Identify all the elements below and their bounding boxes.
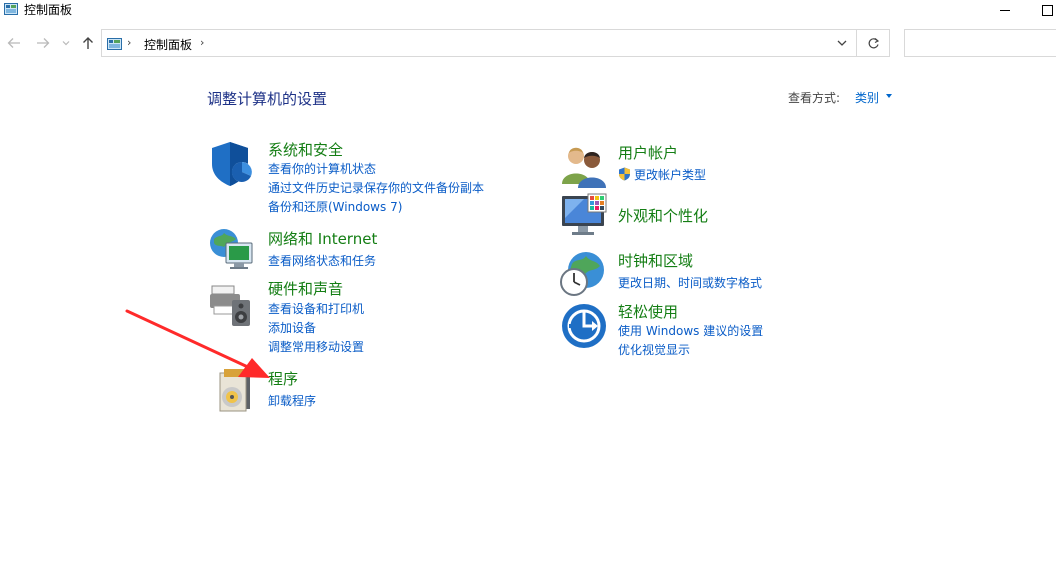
up-button[interactable] [78,33,98,53]
breadcrumb-separator[interactable]: › [200,36,204,49]
chevron-down-icon[interactable] [835,36,849,50]
page-title: 调整计算机的设置 [207,90,328,108]
recent-locations-button[interactable] [59,33,73,53]
control-panel-icon [4,3,18,15]
shield-icon[interactable] [208,140,256,188]
link-view-computer-status[interactable]: 查看你的计算机状态 [268,160,376,177]
search-input[interactable] [904,29,1056,57]
refresh-button[interactable] [857,29,890,57]
link-date-time-format[interactable]: 更改日期、时间或数字格式 [618,274,762,291]
view-by-label: 查看方式: [788,91,841,105]
maximize-button[interactable] [1032,0,1056,20]
breadcrumb-control-panel[interactable]: 控制面板 [144,36,192,53]
arrow-right-icon [37,38,50,48]
ease-of-access-icon[interactable] [560,302,608,350]
annotation-arrow-icon [125,309,270,378]
link-backup-restore[interactable]: 备份和还原(Windows 7) [268,198,402,215]
address-bar[interactable]: › 控制面板 › [101,29,857,57]
link-recommended-settings[interactable]: 使用 Windows 建议的设置 [618,322,763,339]
forward-button[interactable] [33,33,53,53]
uac-shield-icon [619,167,630,181]
link-file-history[interactable]: 通过文件历史记录保存你的文件备份副本 [268,179,484,196]
category-hardware-sound[interactable]: 硬件和声音 [268,278,343,299]
maximize-icon [1041,4,1053,16]
link-network-status[interactable]: 查看网络状态和任务 [268,252,376,269]
arrow-up-icon [83,37,93,49]
window-title: 控制面板 [24,3,73,17]
minimize-icon [1000,9,1010,11]
view-by-dropdown[interactable]: 类别 [855,89,879,106]
link-change-account-type[interactable]: 更改帐户类型 [618,166,706,183]
link-optimize-visual-display[interactable]: 优化视觉显示 [618,341,690,358]
category-ease-of-access[interactable]: 轻松使用 [618,301,678,322]
category-system-security[interactable]: 系统和安全 [268,139,343,160]
control-panel-icon [107,38,122,50]
category-network-internet[interactable]: 网络和 Internet [268,228,377,249]
link-change-account-type-label[interactable]: 更改帐户类型 [634,168,706,182]
minimize-button[interactable] [990,0,1020,20]
breadcrumb-separator[interactable]: › [127,36,131,49]
refresh-icon [868,37,879,48]
category-appearance-personalization[interactable]: 外观和个性化 [618,205,708,226]
monitor-palette-icon[interactable] [560,192,608,240]
back-button[interactable] [4,33,24,53]
category-clock-region[interactable]: 时钟和区域 [618,250,693,271]
title-bar: 控制面板 [0,0,1056,22]
category-user-accounts[interactable]: 用户帐户 [618,142,678,163]
globe-network-icon[interactable] [208,225,256,273]
chevron-down-icon [62,41,70,46]
dropdown-arrow-icon[interactable] [886,94,892,98]
clock-globe-icon[interactable] [558,250,606,298]
users-icon[interactable] [560,142,608,190]
arrow-left-icon [7,38,20,48]
